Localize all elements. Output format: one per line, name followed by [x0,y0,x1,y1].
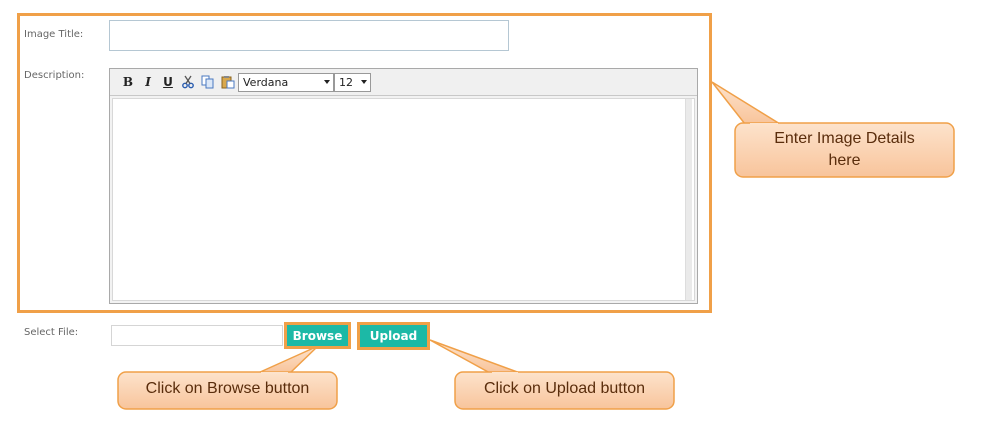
chevron-down-icon [361,79,367,84]
select-file-label: Select File: [24,327,79,338]
upload-callout-pointer [429,339,521,374]
underline-button[interactable]: U [158,72,178,92]
upload-button[interactable]: Upload [357,322,430,350]
font-family-value: Verdana [243,75,289,89]
chevron-down-icon [324,79,330,84]
image-title-label: Image Title: [24,29,84,40]
image-title-input[interactable] [109,20,509,51]
details-callout-line2: here [828,152,861,169]
upload-button-label: Upload [369,329,418,343]
font-family-select[interactable]: Verdana [238,72,334,92]
browse-button[interactable]: Browse [284,322,351,349]
details-callout-line1: Enter Image Details [774,130,915,147]
copy-icon[interactable] [198,72,218,92]
description-editor: B I U Verdana 12 [109,68,698,304]
font-size-select[interactable]: 12 [334,72,371,92]
cut-icon[interactable] [178,72,198,92]
upload-callout-text: Click on Upload button [484,380,645,397]
browse-button-label: Browse [292,328,343,343]
file-path-input[interactable] [111,325,283,346]
paste-icon[interactable] [218,72,238,92]
italic-button[interactable]: I [138,72,158,92]
details-callout-pointer [711,81,783,125]
editor-scrollbar[interactable] [685,99,692,300]
description-textarea[interactable] [112,98,695,301]
browse-callout-text: Click on Browse button [145,380,310,397]
description-label: Description: [24,70,85,81]
bold-button[interactable]: B [118,72,138,92]
editor-toolbar: B I U Verdana 12 [110,69,697,96]
font-size-value: 12 [339,75,353,89]
details-callout-text: Enter Image Details here [735,128,954,172]
browse-callout-pointer [257,345,319,374]
